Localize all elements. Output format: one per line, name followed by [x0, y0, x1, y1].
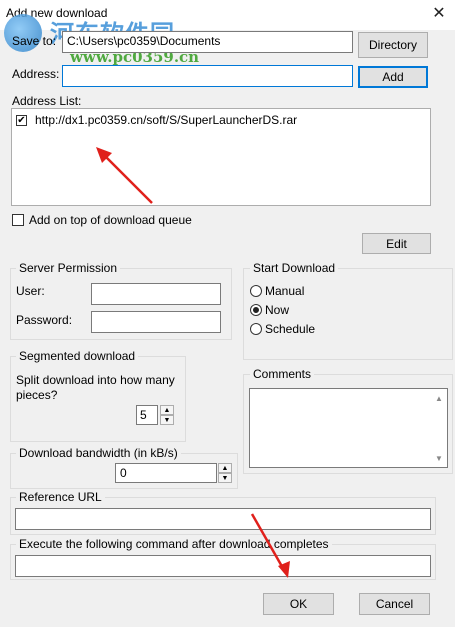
arrow-to-address-list-icon [96, 147, 153, 204]
annotation-arrows [96, 147, 290, 578]
arrow-to-ok-button-icon [250, 513, 290, 578]
